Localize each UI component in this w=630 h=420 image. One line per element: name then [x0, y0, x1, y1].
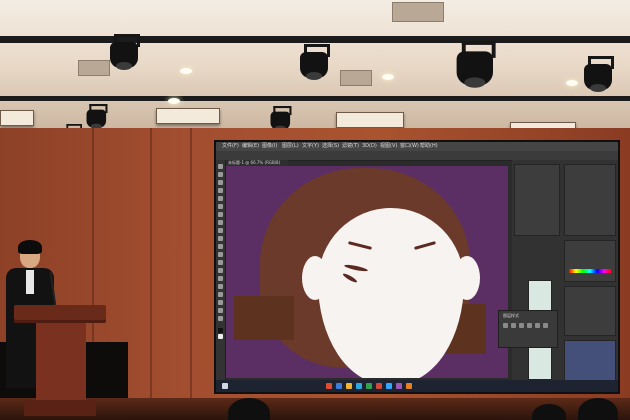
ps-toolbar [216, 160, 226, 380]
taskbar-app-icon[interactable] [356, 383, 362, 389]
start-icon[interactable] [222, 383, 228, 389]
podium-top [14, 305, 106, 323]
wall-panel-seam [190, 128, 192, 408]
move-tool-icon[interactable] [218, 164, 223, 169]
color-panel[interactable] [564, 240, 616, 282]
menu-item[interactable]: 窗口(W) [400, 143, 419, 150]
stamp-tool-icon[interactable] [218, 228, 223, 233]
taskbar-app-icon[interactable] [346, 383, 352, 389]
stage-spotlight [108, 34, 142, 74]
color-spectrum[interactable] [569, 269, 611, 273]
taskbar-app-icon[interactable] [366, 383, 372, 389]
illustration-hair-left [234, 296, 294, 340]
menu-item[interactable]: 图层(L) [282, 143, 299, 150]
float-panel-title: 图层样式 [503, 313, 519, 318]
mask-icon[interactable] [511, 323, 516, 328]
hand-tool-icon[interactable] [218, 308, 223, 313]
eraser-tool-icon[interactable] [218, 244, 223, 249]
presenter-shirt [26, 270, 34, 294]
podium-base [24, 400, 96, 416]
trash-icon[interactable] [543, 323, 548, 328]
menu-item[interactable]: 图像(I) [262, 143, 277, 150]
ceiling-vent [78, 60, 110, 76]
menu-item[interactable]: 3D(D) [362, 143, 377, 150]
photoshop-taskbar-icon[interactable] [386, 383, 392, 389]
stage-light-bar [336, 112, 404, 128]
properties-panel[interactable] [514, 164, 560, 236]
ceiling-vent [392, 2, 444, 22]
taskbar-app-icon[interactable] [326, 383, 332, 389]
presenter-hair [18, 240, 42, 254]
folder-icon[interactable] [527, 323, 532, 328]
layer-style-float-panel[interactable]: 图层样式 [498, 310, 558, 348]
dodge-tool-icon[interactable] [218, 268, 223, 273]
menu-item[interactable]: 帮助(H) [420, 143, 438, 150]
ceiling-vent [340, 70, 372, 86]
ps-canvas[interactable] [226, 166, 508, 378]
zoom-tool-icon[interactable] [218, 316, 223, 321]
path-select-tool-icon[interactable] [218, 292, 223, 297]
adjust-icon[interactable] [519, 323, 524, 328]
taskbar-app-icon[interactable] [406, 383, 412, 389]
shape-tool-icon[interactable] [218, 300, 223, 305]
taskbar-app-icon[interactable] [336, 383, 342, 389]
menu-item[interactable]: 编辑(E) [242, 143, 259, 150]
audience-head [228, 398, 270, 420]
auditorium-scene: 文件(F) 编辑(E) 图像(I) 图层(L) 文字(Y) 选择(S) 滤镜(T… [0, 0, 630, 420]
stage-light-bar [156, 108, 220, 124]
layers-panel[interactable] [564, 340, 616, 382]
foreground-color-icon[interactable] [218, 328, 223, 333]
stage-spotlight [454, 41, 506, 119]
taskbar-app-icon[interactable] [376, 383, 382, 389]
lighting-truss-lower [0, 96, 630, 101]
menu-item[interactable]: 选择(S) [322, 143, 339, 150]
taskbar-app-icon[interactable] [396, 383, 402, 389]
background-color-icon[interactable] [218, 334, 223, 339]
ceiling-downlight [566, 80, 578, 86]
eyedropper-tool-icon[interactable] [218, 204, 223, 209]
ceiling-downlight [180, 68, 192, 74]
marquee-tool-icon[interactable] [218, 172, 223, 177]
gradient-tool-icon[interactable] [218, 252, 223, 257]
illustration-face [318, 208, 464, 378]
wall-panel-seam [150, 128, 152, 408]
quick-select-tool-icon[interactable] [218, 188, 223, 193]
fx-icon[interactable] [503, 323, 508, 328]
ps-right-panels [512, 160, 618, 382]
menu-item[interactable]: 视图(V) [380, 143, 397, 150]
stage-spotlight [298, 44, 332, 84]
history-brush-tool-icon[interactable] [218, 236, 223, 241]
new-layer-icon[interactable] [535, 323, 540, 328]
stage-light-bar [0, 110, 34, 126]
menu-item[interactable]: 文件(F) [222, 143, 239, 150]
menu-item[interactable]: 滤镜(T) [342, 143, 359, 150]
ceiling-downlight [168, 98, 180, 104]
type-tool-icon[interactable] [218, 284, 223, 289]
projection-screen: 文件(F) 编辑(E) 图像(I) 图层(L) 文字(Y) 选择(S) 滤镜(T… [214, 140, 620, 394]
menu-item[interactable]: 文字(Y) [302, 143, 319, 150]
audience-head [578, 398, 618, 420]
ceiling-downlight [382, 74, 394, 80]
healing-tool-icon[interactable] [218, 212, 223, 217]
crop-tool-icon[interactable] [218, 196, 223, 201]
windows-taskbar [216, 380, 618, 392]
blur-tool-icon[interactable] [218, 260, 223, 265]
lighting-truss-upper [0, 36, 630, 43]
stage-spotlight [582, 56, 616, 96]
adjustments-panel[interactable] [564, 164, 616, 236]
swatches-panel[interactable] [564, 286, 616, 336]
pen-tool-icon[interactable] [218, 276, 223, 281]
brush-tool-icon[interactable] [218, 220, 223, 225]
lasso-tool-icon[interactable] [218, 180, 223, 185]
podium-stem [36, 323, 86, 405]
ps-menubar: 文件(F) 编辑(E) 图像(I) 图层(L) 文字(Y) 选择(S) 滤镜(T… [216, 142, 618, 151]
